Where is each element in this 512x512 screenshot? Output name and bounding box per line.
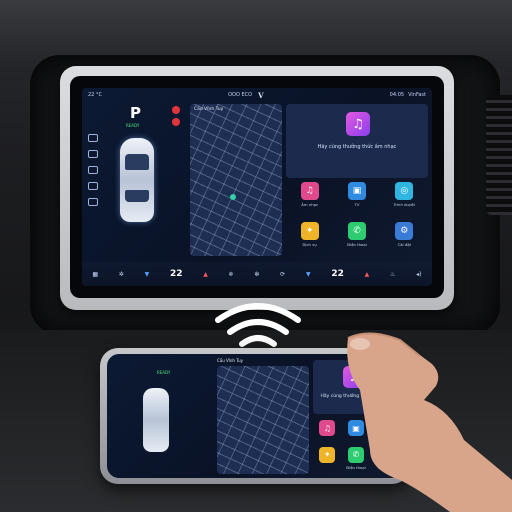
fan-left-icon[interactable]: ✲ <box>119 271 124 278</box>
head-unit-app-label: Âm nhạc <box>301 202 319 207</box>
status-bar: 22 °C OOO ECO V 04:05 VinFast <box>82 88 432 102</box>
climate-bar: ▦ ✲ ▼ 22 ▲ ❄ ✻ ⟳ ▼ 22 ▲ ♨ ◂) <box>82 262 432 286</box>
phone-app-0[interactable]: ♫ <box>313 420 342 445</box>
music-note-icon[interactable]: ♫ <box>346 112 370 136</box>
door-icon[interactable] <box>88 182 98 190</box>
status-carrier: VinFast <box>408 92 426 98</box>
menu-icon[interactable]: ▦ <box>92 271 98 278</box>
music-note-icon[interactable]: ♫ <box>319 420 336 436</box>
head-unit-app-label: Trình duyệt <box>393 202 415 207</box>
gear-indicator: P <box>130 104 141 122</box>
temp-down-right-icon[interactable]: ▼ <box>306 271 311 278</box>
trunk-icon[interactable] <box>88 198 98 206</box>
location-pin-icon <box>230 194 236 200</box>
head-unit-app-5[interactable]: ⚙ Cài đặt <box>381 222 428 258</box>
hand <box>347 332 512 512</box>
status-right: 04:05 VinFast <box>390 92 426 98</box>
head-unit-app-label: TV <box>354 202 360 207</box>
dashboard-top <box>0 0 512 60</box>
head-unit-app-label: Cài đặt <box>397 242 412 247</box>
phone-car-top-view <box>143 388 169 452</box>
temp-up-right-icon[interactable]: ▲ <box>365 271 370 278</box>
head-unit-app-label: Điện thoại <box>347 242 367 247</box>
right-temperature: 22 <box>331 269 344 279</box>
phone-map-panel[interactable] <box>217 366 309 474</box>
head-unit-app-0[interactable]: ♫ Âm nhạc <box>286 182 333 218</box>
vehicle-side-icons <box>88 134 98 206</box>
head-unit-app-1[interactable]: ▣ TV <box>333 182 380 218</box>
map-panel[interactable]: Cầu Vĩnh Tuy <box>190 104 282 256</box>
volume-icon[interactable]: ◂) <box>416 271 421 278</box>
seatbelt-warning-icon <box>172 106 180 114</box>
defrost-icon[interactable] <box>88 166 98 174</box>
phone-ready-status: READY <box>157 370 171 375</box>
phone-app-3[interactable]: ✦ <box>313 446 342 477</box>
ready-status: READY <box>126 123 140 128</box>
status-center: OOO ECO V <box>228 91 263 100</box>
air-vent <box>486 95 512 215</box>
phone-icon[interactable]: ✆ <box>347 222 366 240</box>
service-icon[interactable]: ✦ <box>300 222 319 240</box>
infotainment-screen[interactable]: 22 °C OOO ECO V 04:05 VinFast P READY Cầ… <box>82 88 432 286</box>
seat-icon[interactable] <box>88 150 98 158</box>
car-top-view <box>120 138 154 222</box>
status-temp: 22 °C <box>88 92 102 98</box>
map-location-title: Cầu Vĩnh Tuy <box>194 107 224 112</box>
status-time: 04:05 <box>389 92 405 98</box>
status-eco: OOO ECO <box>228 92 253 98</box>
head-unit-app-4[interactable]: ✆ Điện thoại <box>333 222 380 258</box>
music-panel[interactable]: ♫ Hãy cùng thưởng thức âm nhạc <box>286 104 428 178</box>
music-note-icon[interactable]: ♫ <box>300 182 319 200</box>
brand-logo: V <box>258 90 264 100</box>
ac-icon[interactable]: ❄ <box>229 271 234 278</box>
screen-bezel: 22 °C OOO ECO V 04:05 VinFast P READY Cầ… <box>70 76 444 298</box>
alert-warning-icon <box>172 118 180 126</box>
wireless-signal-icon <box>215 303 301 347</box>
seat-heat-icon[interactable]: ♨ <box>390 271 395 278</box>
headlight-icon[interactable] <box>88 134 98 142</box>
head-unit-app-label: Dịch vụ <box>302 242 317 247</box>
head-unit: 22 °C OOO ECO V 04:05 VinFast P READY Cầ… <box>60 66 454 310</box>
music-prompt: Hãy cùng thưởng thức âm nhạc <box>317 144 397 150</box>
service-icon[interactable]: ✦ <box>319 446 336 463</box>
fan-icon[interactable]: ✻ <box>254 271 259 278</box>
phone-map-title: Cầu Vĩnh Tuy <box>217 358 243 363</box>
vehicle-status-panel[interactable]: P READY <box>86 104 186 256</box>
settings-icon[interactable]: ⚙ <box>395 222 414 240</box>
temp-down-left-icon[interactable]: ▼ <box>145 271 150 278</box>
head-unit-app-2[interactable]: ◎ Trình duyệt <box>381 182 428 218</box>
left-temperature: 22 <box>169 269 183 279</box>
tv-icon[interactable]: ▣ <box>347 182 366 200</box>
recirculate-icon[interactable]: ⟳ <box>280 271 285 278</box>
temp-up-left-icon[interactable]: ▲ <box>203 271 208 278</box>
browser-icon[interactable]: ◎ <box>395 182 414 200</box>
app-grid: ♫ Âm nhạc ▣ TV ◎ Trình duyệt ✦ Dịch vụ ✆ Điện tho… <box>286 182 428 258</box>
head-unit-app-3[interactable]: ✦ Dịch vụ <box>286 222 333 258</box>
